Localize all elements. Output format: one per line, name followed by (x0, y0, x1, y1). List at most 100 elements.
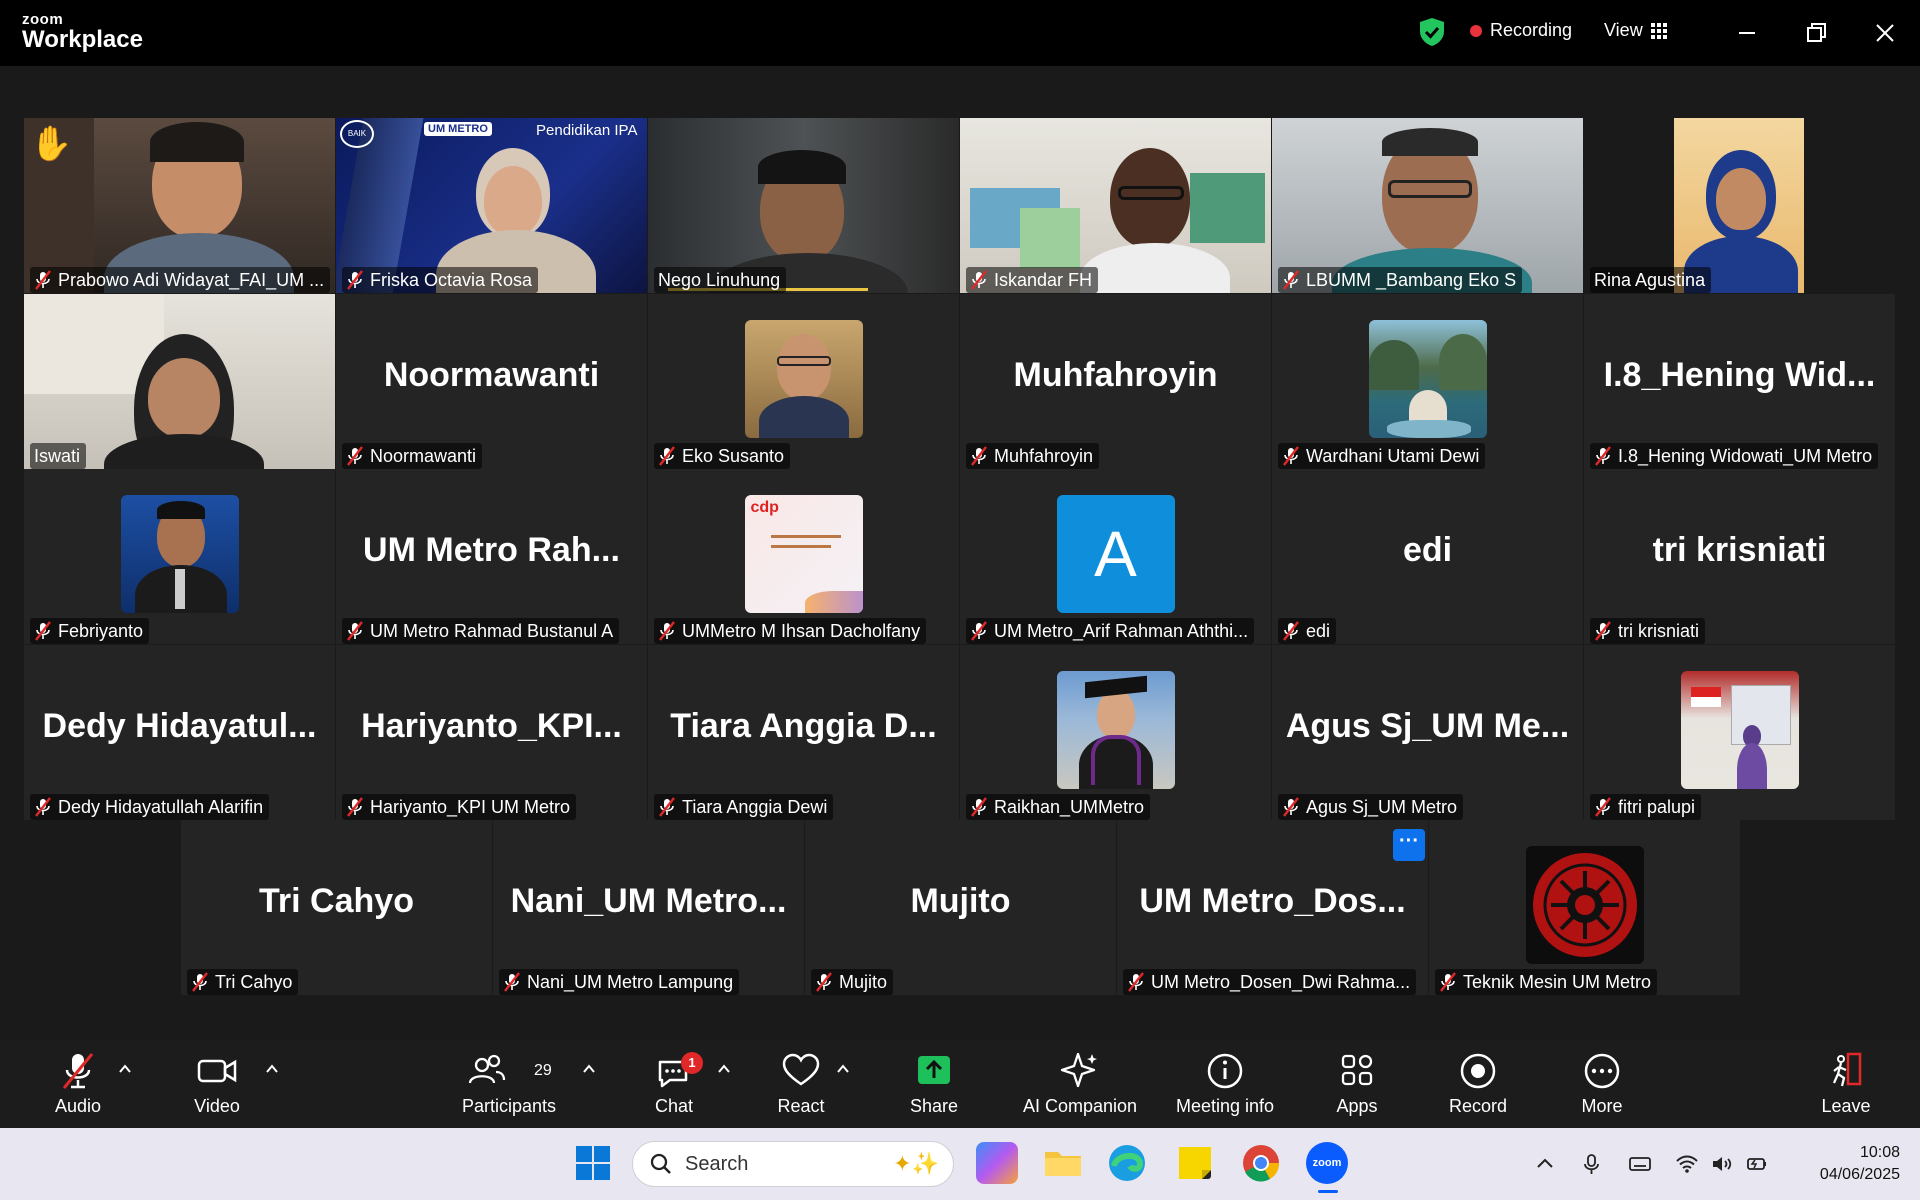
participant-tile[interactable]: Tiara Anggia D... Tiara Anggia Dewi (648, 645, 959, 820)
participant-tile[interactable]: Muhfahroyin Muhfahroyin (960, 294, 1271, 469)
participant-tile[interactable]: tri krisniati tri krisniati (1584, 469, 1895, 644)
chat-button[interactable]: Chat (609, 1050, 739, 1117)
file-explorer-icon[interactable] (1042, 1142, 1084, 1184)
participant-name-tag: Prabowo Adi Widayat_FAI_UM ... (30, 267, 330, 293)
avatar (1368, 320, 1487, 438)
windows-start-icon[interactable] (574, 1144, 612, 1182)
participant-name-tag: Nani_UM Metro Lampung (499, 969, 740, 995)
video-button[interactable]: Video (152, 1050, 282, 1117)
participants-count: 29 (534, 1062, 552, 1079)
apps-button[interactable]: Apps (1292, 1050, 1422, 1117)
participant-tile[interactable]: Noormawanti Noormawanti (336, 294, 647, 469)
avatar (1056, 671, 1175, 789)
participant-tile[interactable]: Dedy Hidayatul... Dedy Hidayatullah Alari… (24, 645, 335, 820)
participant-tile[interactable]: A UM Metro_Arif Rahman Aththi... (960, 469, 1271, 644)
participant-tile[interactable]: edi edi (1272, 469, 1583, 644)
more-participants-button[interactable]: ··· (1393, 829, 1425, 861)
ai-sparkle-icon (1060, 1052, 1097, 1088)
participant-tile[interactable]: Iswati (24, 294, 335, 469)
react-button[interactable]: React (736, 1050, 866, 1117)
um-metro-logo: UM METRO (424, 122, 492, 136)
participant-tile[interactable]: Tri Cahyo Tri Cahyo (181, 820, 492, 995)
participant-name: UMMetro M Ihsan Dacholfany (682, 620, 921, 641)
participant-tile[interactable]: Rina Agustina (1584, 118, 1895, 293)
search-icon (650, 1153, 671, 1174)
minimize-icon[interactable] (1730, 16, 1764, 50)
participant-name-tag: Teknik Mesin UM Metro (1435, 969, 1658, 995)
participant-display-name: Dedy Hidayatul... (42, 707, 317, 745)
chat-caret-icon[interactable] (717, 1062, 731, 1076)
muted-mic-icon (1594, 797, 1612, 817)
participant-name: Rina Agustina (1594, 269, 1706, 290)
participant-tile[interactable]: LBUMM _Bambang Eko S (1272, 118, 1583, 293)
microphone-tray-icon[interactable] (1580, 1152, 1604, 1176)
chrome-browser-icon[interactable] (1240, 1142, 1282, 1184)
edge-browser-icon[interactable] (1106, 1142, 1148, 1184)
react-label: React (777, 1096, 825, 1116)
participant-tile[interactable]: Febriyanto (24, 469, 335, 644)
wifi-icon[interactable] (1675, 1152, 1699, 1176)
participant-tile[interactable]: UM Metro Rah... UM Metro Rahmad Bustanul … (336, 469, 647, 644)
battery-icon[interactable] (1745, 1152, 1769, 1176)
participant-tile[interactable]: Wardhani Utami Dewi (1272, 294, 1583, 469)
leave-button[interactable]: Leave (1781, 1050, 1911, 1117)
participant-name-tag: LBUMM _Bambang Eko S (1278, 267, 1523, 293)
participant-tile[interactable]: I.8_Hening Wid... I.8_Hening Widowati_UM … (1584, 294, 1895, 469)
clock-date: 04/06/2025 (1819, 1166, 1900, 1183)
ai-companion-button[interactable]: AI Companion (1010, 1050, 1150, 1117)
taskbar-search-box[interactable]: Search ✦✨ (632, 1141, 954, 1187)
keyboard-icon[interactable] (1628, 1152, 1652, 1176)
audio-caret-icon[interactable] (118, 1062, 132, 1076)
participant-tile[interactable]: Raikhan_UMMetro (960, 645, 1271, 820)
search-placeholder: Search (685, 1152, 749, 1175)
participant-name: Noormawanti (370, 445, 477, 466)
participant-name: Mujito (839, 971, 888, 992)
participants-button[interactable]: Participants (443, 1050, 575, 1117)
view-button[interactable]: View (1604, 20, 1667, 41)
participant-tile[interactable]: Mujito Mujito (805, 820, 1116, 995)
restore-icon[interactable] (1799, 16, 1833, 50)
share-button[interactable]: Share (869, 1050, 999, 1117)
muted-mic-icon (970, 621, 988, 641)
participant-tile[interactable]: Pendidikan IPA UM METRO BAIK Friska Octavia… (336, 118, 647, 293)
video-caret-icon[interactable] (265, 1062, 279, 1076)
participant-tile[interactable]: Nani_UM Metro... Nani_UM Metro Lampung (493, 820, 804, 995)
recording-indicator[interactable]: Recording (1470, 20, 1572, 41)
banner-text: Pendidikan IPA (536, 122, 638, 139)
react-caret-icon[interactable] (836, 1062, 850, 1076)
record-button[interactable]: Record (1413, 1050, 1543, 1117)
participant-name: Tiara Anggia Dewi (682, 796, 828, 817)
muted-mic-icon (34, 797, 52, 817)
muted-mic-icon (1282, 797, 1300, 817)
show-hidden-icons-icon[interactable] (1533, 1152, 1557, 1176)
avatar (120, 495, 239, 613)
participant-tile[interactable]: Nego Linuhung (648, 118, 959, 293)
shield-icon[interactable] (1418, 17, 1446, 47)
participant-name-tag: Wardhani Utami Dewi (1278, 443, 1486, 469)
participant-tile[interactable]: Teknik Mesin UM Metro (1429, 820, 1740, 995)
info-icon (1207, 1053, 1243, 1089)
taskbar-clock[interactable]: 10:08 04/06/2025 (1788, 1142, 1900, 1186)
participant-tile[interactable]: UM Metro_Dos... UM Metro_Dosen_Dwi Rahma.… (1117, 820, 1428, 995)
participant-name: UM Metro_Arif Rahman Aththi... (994, 620, 1249, 641)
audio-button[interactable]: Audio (13, 1050, 143, 1117)
sticky-notes-icon[interactable] (1174, 1142, 1216, 1184)
close-icon[interactable] (1868, 16, 1902, 50)
participant-tile[interactable]: Hariyanto_KPI... Hariyanto_KPI UM Metro (336, 645, 647, 820)
participant-display-name: edi (1402, 531, 1453, 569)
participants-caret-icon[interactable] (582, 1062, 596, 1076)
volume-icon[interactable] (1710, 1152, 1734, 1176)
participant-name-tag: Eko Susanto (654, 443, 791, 469)
copilot-app-icon[interactable] (976, 1142, 1018, 1184)
muted-mic-icon (970, 446, 988, 466)
participant-tile[interactable]: Eko Susanto (648, 294, 959, 469)
participant-tile[interactable]: Agus Sj_UM Me... Agus Sj_UM Metro (1272, 645, 1583, 820)
more-button[interactable]: More (1537, 1050, 1667, 1117)
zoom-app-icon[interactable]: zoom (1306, 1142, 1348, 1184)
participant-tile[interactable]: cdp UMMetro M Ihsan Dacholfany (648, 469, 959, 644)
meeting-info-button[interactable]: Meeting info (1158, 1050, 1292, 1117)
participant-tile[interactable]: ✋ Prabowo Adi Widayat_FAI_UM ... (24, 118, 335, 293)
participant-tile[interactable]: fitri palupi (1584, 645, 1895, 820)
copilot-sparkle-icon: ✦✨ (893, 1151, 939, 1176)
participant-tile[interactable]: Iskandar FH (960, 118, 1271, 293)
